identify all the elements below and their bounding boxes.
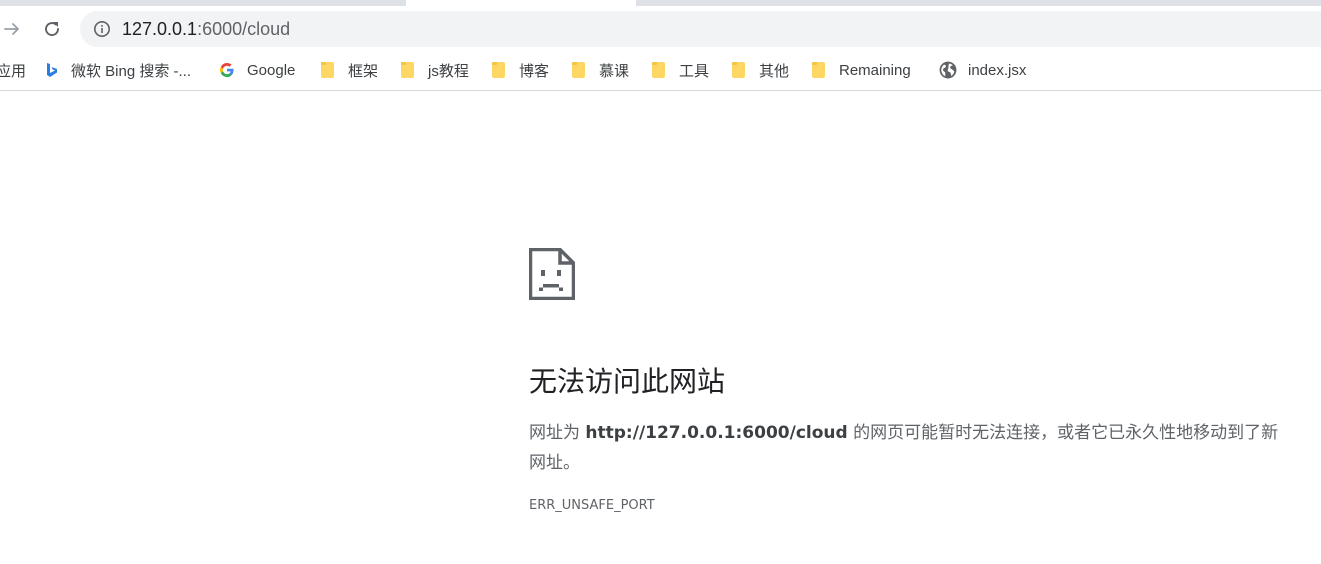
bookmark-label: 博客: [519, 62, 550, 80]
bookmark-label: 慕课: [599, 62, 630, 80]
error-title: 无法访问此网站: [529, 365, 726, 398]
bookmark-label: Remaining: [839, 61, 911, 79]
folder-icon: [321, 62, 334, 78]
folder-icon: [492, 62, 505, 78]
bookmark-apps[interactable]: 应用: [0, 52, 26, 88]
globe-icon: [939, 61, 957, 79]
bookmark-label: Google: [247, 61, 296, 79]
reload-icon: [45, 22, 59, 36]
bookmarks-bar: 应用 微软 Bing 搜索 -... Google 框架 js教程 博客 慕课 …: [0, 52, 1321, 91]
bookmark-label: 微软 Bing 搜索 -...: [71, 62, 192, 80]
bookmark-label: js教程: [428, 62, 469, 80]
folder-icon: [401, 62, 414, 78]
error-desc-url: http://127.0.0.1:6000/cloud: [585, 423, 848, 443]
google-icon: [220, 63, 234, 77]
info-icon[interactable]: [93, 20, 111, 38]
bookmark-label: index.jsx: [968, 61, 1027, 79]
bookmark-label: 应用: [0, 62, 27, 80]
error-code: ERR_UNSAFE_PORT: [529, 498, 655, 513]
folder-icon: [572, 62, 585, 78]
browser-window: 127.0.0.1:6000/cloud 应用 微软 Bing 搜索 -... …: [0, 0, 1321, 564]
back-button[interactable]: [0, 14, 27, 44]
reload-button[interactable]: [37, 14, 67, 44]
folder-icon: [812, 62, 825, 78]
bookmark-label: 其他: [759, 62, 790, 80]
arrow-back-icon: [4, 23, 19, 35]
folder-icon: [732, 62, 745, 78]
url-path: :6000/cloud: [197, 19, 291, 39]
bookmark-folder-blog[interactable]: 博客: [492, 52, 549, 88]
url-text[interactable]: 127.0.0.1:6000/cloud: [122, 11, 290, 47]
address-bar[interactable]: 127.0.0.1:6000/cloud: [80, 11, 1321, 47]
error-desc-prefix: 网址为: [529, 423, 586, 443]
bookmark-folder-tools[interactable]: 工具: [652, 52, 709, 88]
bookmark-label: 工具: [679, 62, 710, 80]
bookmark-index-jsx[interactable]: index.jsx: [939, 52, 1026, 88]
browser-toolbar: 127.0.0.1:6000/cloud: [0, 6, 1321, 52]
bookmark-folder-frameworks[interactable]: 框架: [321, 52, 378, 88]
bing-icon: [47, 63, 57, 77]
bookmark-google[interactable]: Google: [219, 52, 295, 88]
url-host: 127.0.0.1: [122, 19, 198, 39]
bookmark-folder-other[interactable]: 其他: [732, 52, 789, 88]
bookmark-bing[interactable]: 微软 Bing 搜索 -...: [44, 52, 191, 88]
bookmark-folder-remaining[interactable]: Remaining: [812, 52, 911, 88]
bookmark-folder-js-tutorial[interactable]: js教程: [401, 52, 469, 88]
bookmark-folder-mooc[interactable]: 慕课: [572, 52, 629, 88]
sad-page-icon: [529, 248, 575, 300]
bookmark-label: 框架: [348, 62, 379, 80]
folder-icon: [652, 62, 665, 78]
error-description: 网址为 http://127.0.0.1:6000/cloud 的网页可能暂时无…: [529, 418, 1289, 478]
